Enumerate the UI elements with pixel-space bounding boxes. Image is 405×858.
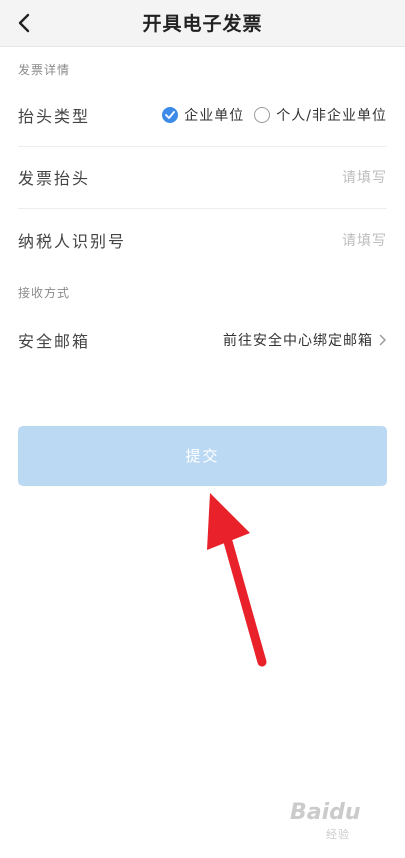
invoice-title-input[interactable]: 请填写 xyxy=(342,167,387,187)
baidu-jingyan-watermark: Baidu 经验 xyxy=(290,800,395,841)
invoice-title-label: 发票抬头 xyxy=(18,169,91,188)
page-title: 开具电子发票 xyxy=(142,13,263,35)
watermark-sub: 经验 xyxy=(326,828,350,841)
header-bar: 开具电子发票 xyxy=(0,0,405,47)
radio-individual-label: 个人/非企业单位 xyxy=(276,108,387,124)
submit-button[interactable]: 提交 xyxy=(18,426,387,486)
radio-individual[interactable]: 个人/非企业单位 xyxy=(254,105,387,125)
watermark-logo: Baidu xyxy=(290,800,361,825)
section-label-receive-method: 接收方式 xyxy=(18,286,71,300)
radio-checked-icon xyxy=(162,107,179,123)
title-type-row: 抬头类型 企业单位 个人/非企业单位 xyxy=(18,84,387,147)
title-type-label: 抬头类型 xyxy=(18,107,91,126)
taxpayer-id-input[interactable]: 请填写 xyxy=(342,230,387,250)
email-label: 安全邮箱 xyxy=(18,332,91,351)
radio-unchecked-icon xyxy=(254,107,271,123)
title-type-radio-group: 企业单位 个人/非企业单位 xyxy=(162,105,387,125)
annotation-arrow-icon xyxy=(207,493,267,667)
radio-enterprise[interactable]: 企业单位 xyxy=(162,105,244,125)
taxpayer-id-row[interactable]: 纳税人识别号 请填写 xyxy=(18,209,387,271)
bind-email-link-text: 前往安全中心绑定邮箱 xyxy=(223,333,373,349)
section-label-invoice-details: 发票详情 xyxy=(18,63,71,77)
radio-enterprise-label: 企业单位 xyxy=(184,108,245,124)
chevron-right-icon xyxy=(379,334,386,346)
taxpayer-id-label: 纳税人识别号 xyxy=(18,232,127,251)
invoice-title-row[interactable]: 发票抬头 请填写 xyxy=(18,146,387,209)
bind-email-link[interactable]: 前往安全中心绑定邮箱 xyxy=(223,330,387,350)
email-row[interactable]: 安全邮箱 前往安全中心绑定邮箱 xyxy=(18,309,387,371)
